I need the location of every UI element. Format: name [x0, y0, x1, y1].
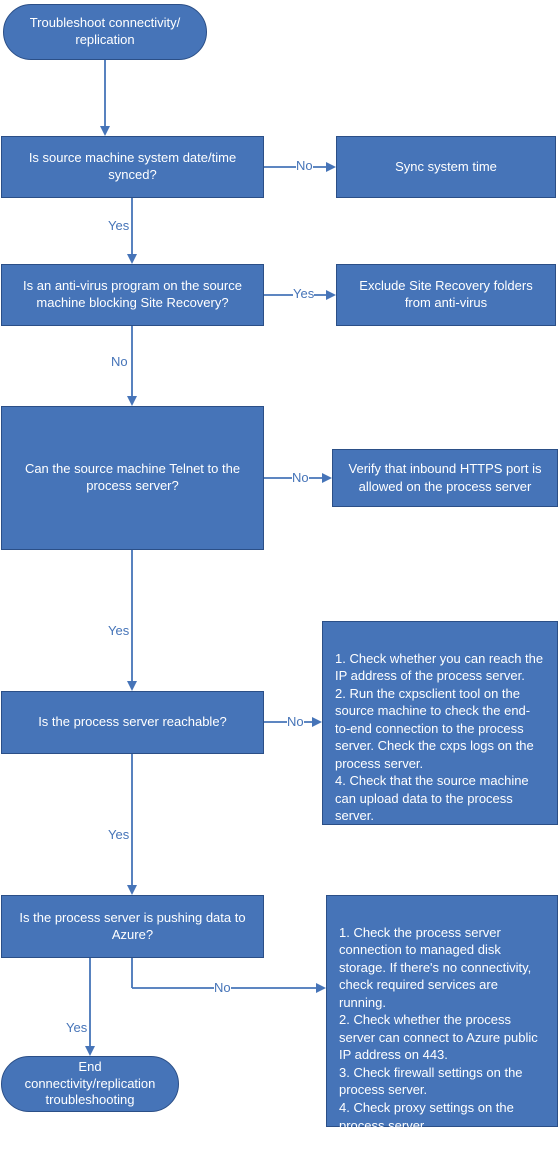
action-a3: Verify that inbound HTTPS port is allowe…	[332, 449, 558, 507]
a3-label: Verify that inbound HTTPS port is allowe…	[345, 460, 545, 495]
a2-label: Exclude Site Recovery folders from anti-…	[347, 278, 545, 312]
q2-label: Is an anti-virus program on the source m…	[12, 278, 253, 312]
q4-yes-label: Yes	[108, 827, 129, 842]
end-label: End connectivity/replication troubleshoo…	[18, 1059, 162, 1110]
start-label: Troubleshoot connectivity/ replication	[20, 15, 190, 49]
q4-no-label: No	[287, 714, 304, 729]
a5-label: 1. Check the process server connection t…	[339, 925, 538, 1168]
q5-label: Is the process server is pushing data to…	[12, 910, 253, 944]
decision-q2: Is an anti-virus program on the source m…	[1, 264, 264, 326]
a1-label: Sync system time	[395, 159, 497, 176]
start-terminator: Troubleshoot connectivity/ replication	[3, 4, 207, 60]
end-terminator: End connectivity/replication troubleshoo…	[1, 1056, 179, 1112]
a4-label: 1. Check whether you can reach the IP ad…	[335, 651, 543, 824]
q4-label: Is the process server reachable?	[38, 714, 227, 731]
q2-yes-label: Yes	[293, 286, 314, 301]
action-a4: 1. Check whether you can reach the IP ad…	[322, 621, 558, 825]
decision-q3: Can the source machine Telnet to the pro…	[1, 406, 264, 550]
decision-q1: Is source machine system date/time synce…	[1, 136, 264, 198]
q3-no-label: No	[292, 470, 309, 485]
q3-yes-label: Yes	[108, 623, 129, 638]
q1-label: Is source machine system date/time synce…	[12, 150, 253, 184]
q2-no-label: No	[111, 354, 128, 369]
q3-label: Can the source machine Telnet to the pro…	[12, 461, 253, 495]
q1-yes-label: Yes	[108, 218, 129, 233]
q5-yes-label: Yes	[66, 1020, 87, 1035]
action-a1: Sync system time	[336, 136, 556, 198]
q5-no-label: No	[214, 980, 231, 995]
decision-q4: Is the process server reachable?	[1, 691, 264, 754]
q1-no-label: No	[296, 158, 313, 173]
action-a5: 1. Check the process server connection t…	[326, 895, 558, 1127]
decision-q5: Is the process server is pushing data to…	[1, 895, 264, 958]
action-a2: Exclude Site Recovery folders from anti-…	[336, 264, 556, 326]
